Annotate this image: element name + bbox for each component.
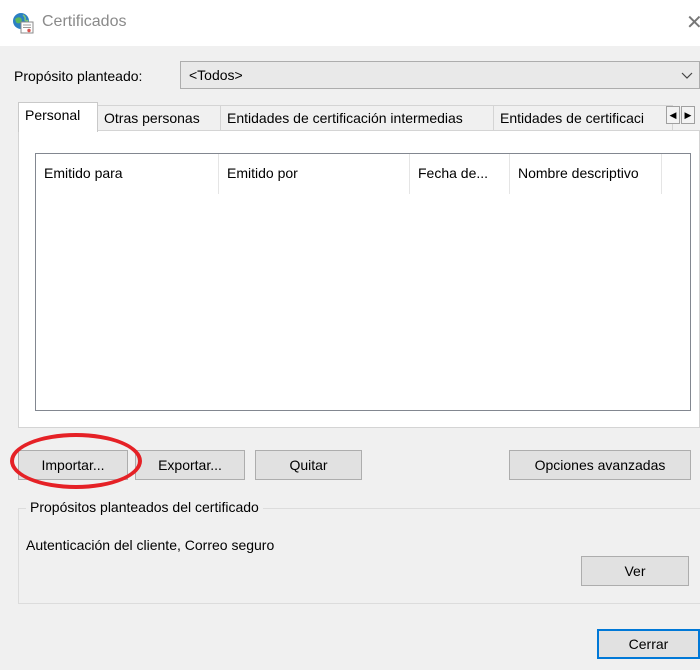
certificate-globe-icon [13, 13, 34, 34]
column-header-friendly-name[interactable]: Nombre descriptivo [510, 154, 662, 194]
tab-scroll-right-icon[interactable]: ▶ [681, 106, 695, 124]
tab-scroll-left-icon[interactable]: ◀ [666, 106, 680, 124]
column-header-expiration[interactable]: Fecha de... [410, 154, 510, 194]
tab-label: Personal [25, 107, 81, 123]
column-header-issued-to[interactable]: Emitido para [36, 154, 219, 194]
tab-intermediate-cas[interactable]: Entidades de certificación intermedias [220, 105, 494, 131]
purpose-selected-value: <Todos> [189, 67, 243, 83]
title-bar: Certificados ✕ [0, 0, 700, 46]
column-header-label: Fecha de... [418, 165, 489, 181]
list-header: Emitido para Emitido por Fecha de... Nom… [36, 154, 690, 194]
chevron-down-icon [681, 72, 693, 79]
column-header-issued-by[interactable]: Emitido por [219, 154, 410, 194]
import-button[interactable]: Importar... [18, 450, 128, 480]
tab-other-people[interactable]: Otras personas [97, 105, 221, 131]
column-header-label: Emitido por [227, 165, 298, 181]
remove-button[interactable]: Quitar [255, 450, 362, 480]
close-button[interactable]: Cerrar [597, 629, 700, 659]
export-button[interactable]: Exportar... [135, 450, 245, 480]
tab-strip: Personal Otras personas Entidades de cer… [18, 102, 700, 132]
tab-panel: Emitido para Emitido por Fecha de... Nom… [18, 130, 700, 428]
certificate-purposes-text: Autenticación del cliente, Correo seguro [26, 537, 275, 553]
certificates-dialog: Certificados ✕ Propósito planteado: <Tod… [0, 0, 700, 670]
tab-label: Entidades de certificaci [500, 110, 644, 126]
column-header-label: Nombre descriptivo [518, 165, 639, 181]
advanced-options-button[interactable]: Opciones avanzadas [509, 450, 691, 480]
view-button[interactable]: Ver [581, 556, 689, 586]
certificate-list[interactable]: Emitido para Emitido por Fecha de... Nom… [35, 153, 691, 411]
tab-label: Entidades de certificación intermedias [227, 110, 463, 126]
tab-label: Otras personas [104, 110, 200, 126]
certificate-purposes-title: Propósitos planteados del certificado [26, 499, 263, 515]
purpose-dropdown[interactable]: <Todos> [180, 61, 700, 89]
column-header-label: Emitido para [44, 165, 123, 181]
tab-personal[interactable]: Personal [18, 102, 98, 132]
window-title: Certificados [42, 13, 127, 30]
purpose-label: Propósito planteado: [14, 68, 143, 84]
close-icon[interactable]: ✕ [686, 10, 700, 35]
tab-root-cas[interactable]: Entidades de certificaci [493, 105, 673, 131]
